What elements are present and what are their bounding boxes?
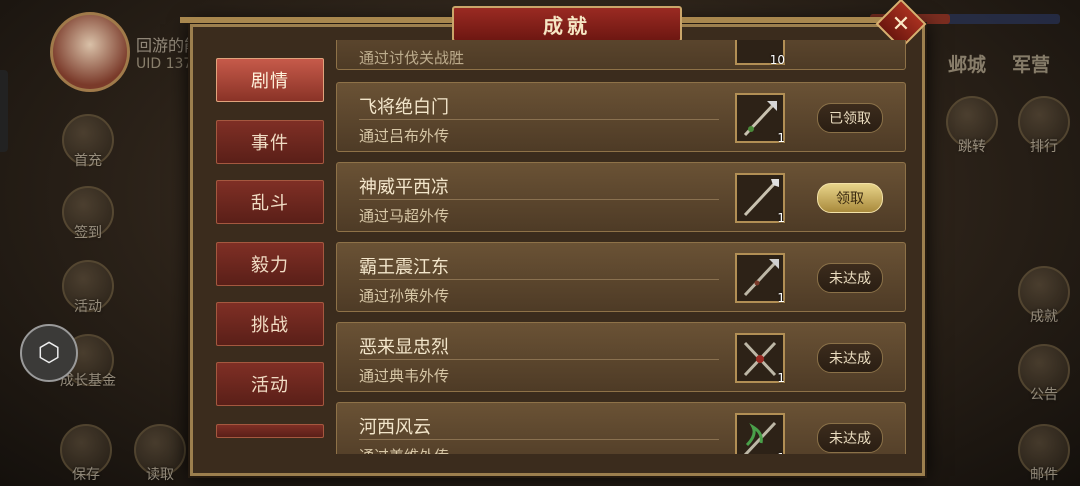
tab-more[interactable] — [216, 424, 324, 438]
left-hud: 首充 签到 活动 成长基金 保存 读取 — [0, 0, 190, 486]
right-hud: 邺城 军营 跳转 排行 成就 公告 邮件 — [930, 40, 1080, 486]
reward-qty: 1 — [777, 131, 785, 145]
achievement-title: 霸王震江东 — [359, 257, 449, 278]
achievement-list[interactable]: 通过讨伐关战胜 10 飞将绝白门 通过吕布外传 1 已领取 神威平西凉 通过马超… — [336, 40, 908, 454]
load-label: 读取 — [146, 467, 174, 483]
cube-icon: ⬡ — [37, 338, 61, 368]
reward-qty: 10 — [769, 53, 785, 67]
row-divider — [359, 279, 719, 280]
dialog-title: 成就 — [452, 6, 682, 42]
claimed-button[interactable]: 已领取 — [817, 103, 883, 133]
achievement-desc: 通过讨伐关战胜 — [359, 49, 465, 67]
mail-label: 邮件 — [1030, 467, 1058, 483]
list-item: 飞将绝白门 通过吕布外传 1 已领取 — [336, 82, 906, 152]
achievement-title: 恶来显忠烈 — [359, 337, 449, 358]
not-achieved-button[interactable]: 未达成 — [817, 423, 883, 453]
city-tab-yecheng[interactable]: 邺城 — [948, 50, 986, 77]
achievement-desc: 通过马超外传 — [359, 207, 450, 225]
tab-events[interactable]: 事件 — [216, 120, 324, 164]
list-item: 霸王震江东 通过孙策外传 1 未达成 — [336, 242, 906, 312]
list-item: 恶来显忠烈 通过典韦外传 1 未达成 — [336, 322, 906, 392]
achievement-desc: 通过孙策外传 — [359, 287, 450, 305]
list-item: 河西风云 通过姜维外传 1 未达成 — [336, 402, 906, 454]
achievement-title: 河西风云 — [359, 417, 431, 438]
title-ornament-right — [682, 17, 882, 23]
reward-slot[interactable]: 1 — [735, 93, 785, 145]
reward-slot[interactable]: 10 — [735, 40, 785, 67]
achievement-title: 神威平西凉 — [359, 177, 449, 198]
reward-slot[interactable]: 1 — [735, 333, 785, 385]
reward-qty: 1 — [777, 451, 785, 454]
row-divider — [359, 199, 719, 200]
ranking-label: 排行 — [1030, 139, 1058, 155]
row-divider — [359, 359, 719, 360]
not-achieved-button[interactable]: 未达成 — [817, 343, 883, 373]
reward-slot[interactable]: 1 — [735, 413, 785, 454]
sign-in-label: 签到 — [74, 225, 102, 241]
achievement-desc: 通过典韦外传 — [359, 367, 450, 385]
title-ornament-left — [180, 17, 452, 23]
not-achieved-button[interactable]: 未达成 — [817, 263, 883, 293]
save-label: 保存 — [72, 467, 100, 483]
first-charge-label: 首充 — [74, 153, 102, 169]
achievement-desc: 通过姜维外传 — [359, 445, 449, 454]
reward-qty: 1 — [777, 291, 785, 305]
event-label: 活动 — [74, 299, 102, 315]
close-icon: ✕ — [891, 11, 911, 37]
cube-menu-button[interactable]: ⬡ — [20, 324, 78, 382]
tab-challenge[interactable]: 挑战 — [216, 302, 324, 346]
achievement-title: 飞将绝白门 — [359, 97, 449, 118]
achievement-label: 成就 — [1030, 309, 1058, 325]
row-divider — [359, 439, 719, 440]
tab-perseverance[interactable]: 毅力 — [216, 242, 324, 286]
city-tab-barracks[interactable]: 军营 — [1012, 50, 1050, 77]
dragon-spear-icon — [743, 421, 777, 454]
tab-melee[interactable]: 乱斗 — [216, 180, 324, 224]
reward-qty: 1 — [777, 371, 785, 385]
notice-label: 公告 — [1030, 387, 1058, 403]
reward-slot[interactable]: 1 — [735, 173, 785, 225]
tab-activity[interactable]: 活动 — [216, 362, 324, 406]
row-divider — [359, 119, 719, 120]
reward-qty: 1 — [777, 211, 785, 225]
claim-button[interactable]: 领取 — [817, 183, 883, 213]
tab-story[interactable]: 剧情 — [216, 58, 324, 102]
list-item: 神威平西凉 通过马超外传 1 领取 — [336, 162, 906, 232]
achievement-desc: 通过吕布外传 — [359, 127, 450, 145]
list-item-partial: 通过讨伐关战胜 10 — [336, 40, 906, 70]
jump-label: 跳转 — [958, 139, 986, 155]
reward-slot[interactable]: 1 — [735, 253, 785, 305]
